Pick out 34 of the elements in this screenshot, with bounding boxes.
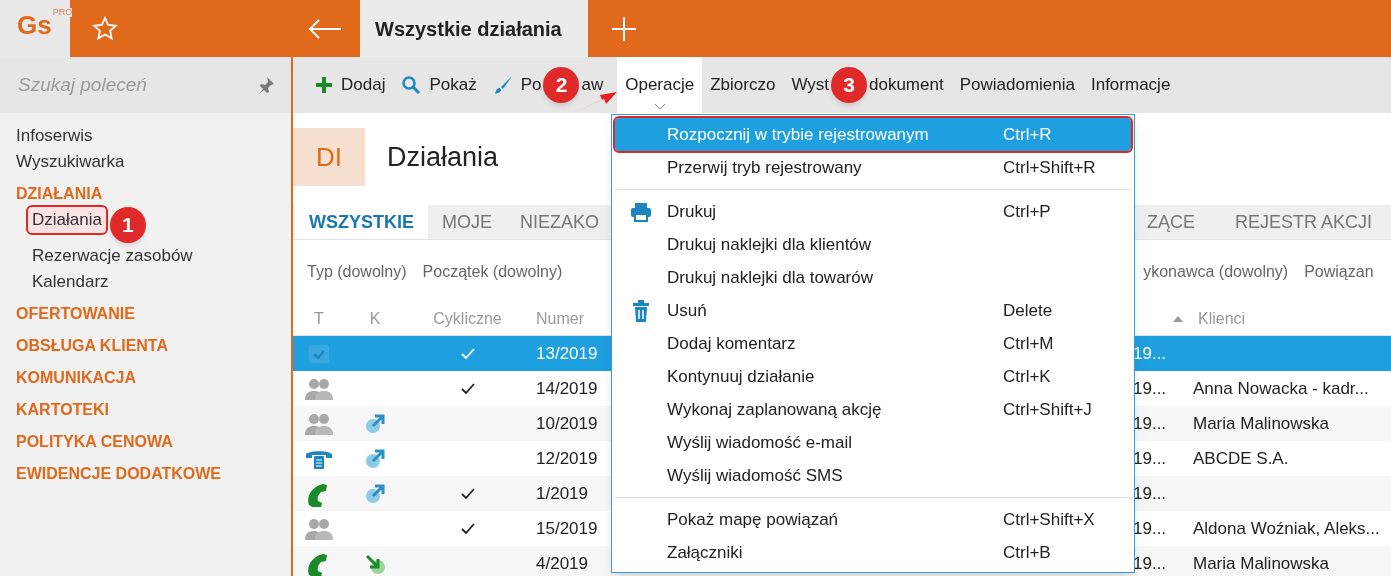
table-cell-text: 19...	[1133, 412, 1168, 435]
module-badge: DI	[293, 128, 365, 186]
table-cell-text: 19...	[1133, 342, 1168, 365]
table-cell-text: 19...	[1133, 447, 1168, 470]
table-cell-text: 13/2019	[535, 342, 599, 365]
shortcut-label: Ctrl+Shift+J	[1003, 398, 1092, 421]
table-cell-text: Aldona Woźniak, Aleks...	[1193, 517, 1380, 540]
shortcut-label: Ctrl+K	[1003, 365, 1051, 388]
table-cell-text: 14/2019	[535, 377, 599, 400]
table-cell-text: Anna Nowacka - kadr...	[1193, 377, 1369, 400]
table-cell-text: 4/2019	[535, 552, 589, 575]
step-badge: 1	[109, 207, 146, 243]
shortcut-label: Ctrl+M	[1003, 332, 1054, 355]
table-cell-text: Maria Malinowska	[1193, 552, 1330, 575]
shortcut-label: Ctrl+Shift+R	[1003, 156, 1096, 179]
shortcut-label: Ctrl+B	[1003, 541, 1051, 564]
page-title: Działania	[387, 140, 499, 174]
shortcut-label: Delete	[1003, 299, 1053, 322]
table-cell-text: 10/2019	[535, 412, 599, 435]
shortcut-label: Ctrl+Shift+X	[1003, 508, 1095, 531]
table-cell-text: 12/2019	[535, 447, 599, 470]
logo-badge: PRO	[52, 8, 73, 17]
table-cell-text: 19...	[1133, 552, 1168, 575]
shortcut-label: Ctrl+P	[1003, 200, 1051, 223]
table-cell-text: 1/2019	[535, 482, 589, 505]
step-badge: 2	[543, 67, 580, 103]
table-cell-text: 19...	[1133, 517, 1168, 540]
shortcut-label: Ctrl+R	[1003, 123, 1052, 146]
table-cell-text: 19...	[1133, 482, 1168, 505]
table-cell-text: 15/2019	[535, 517, 599, 540]
table-cell-text: ABCDE S.A.	[1193, 447, 1289, 470]
table-cell-text: Maria Malinowska	[1193, 412, 1330, 435]
table-cell-text: 19...	[1133, 377, 1168, 400]
step-badge: 3	[831, 67, 867, 103]
